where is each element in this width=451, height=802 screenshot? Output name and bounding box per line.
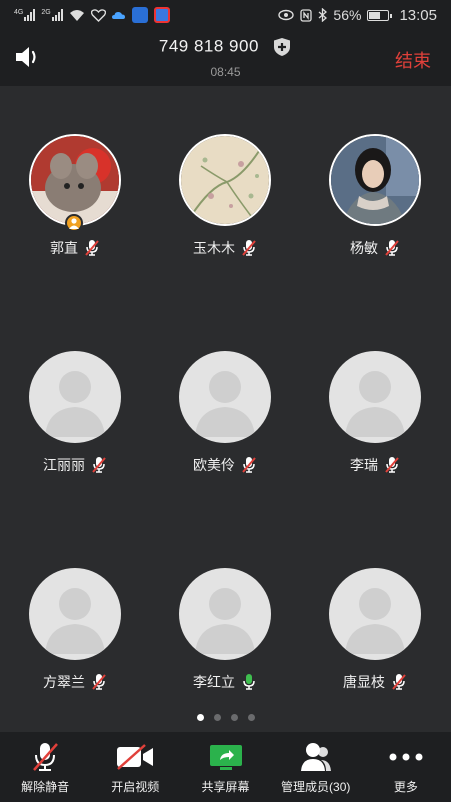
default-avatar-icon — [29, 351, 121, 443]
default-avatar-icon — [179, 351, 271, 443]
video-off-icon — [117, 744, 154, 770]
more-button[interactable]: 更多 — [361, 732, 451, 802]
manage-members-button[interactable]: 管理成员(30) — [271, 732, 361, 802]
avatar-photo-floral — [179, 134, 271, 226]
meeting-toolbar: 解除静音 开启视频 共享屏幕 管理成员(30) 更多 — [0, 732, 451, 802]
avatar — [329, 351, 421, 443]
avatar — [329, 134, 421, 226]
meeting-id-row: 749 818 900 — [0, 36, 451, 57]
default-avatar-icon — [179, 568, 271, 660]
health-icon — [90, 8, 106, 22]
participant-name: 李瑞 — [350, 457, 378, 473]
page-dot-3[interactable] — [230, 714, 238, 721]
mic-muted-icon — [392, 674, 406, 690]
avatar-photo-chinchilla — [29, 134, 121, 226]
avatar — [29, 351, 121, 443]
participant-name: 李红立 — [193, 674, 235, 690]
page-dot-2[interactable] — [213, 714, 221, 721]
avatar — [29, 134, 121, 232]
avatar — [179, 568, 271, 660]
avatar — [179, 351, 271, 443]
host-badge-icon — [65, 214, 83, 232]
weather-icon — [111, 12, 125, 19]
mic-muted-icon — [85, 240, 99, 256]
battery-percent: 56% — [333, 7, 362, 23]
start-video-button[interactable]: 开启视频 — [90, 732, 180, 802]
mic-muted-icon — [385, 457, 399, 473]
participant-tile[interactable]: 江丽丽 — [15, 351, 135, 475]
page-dot-4[interactable] — [247, 714, 255, 721]
participant-tile[interactable]: 李红立 — [165, 568, 285, 692]
mic-muted-icon — [385, 240, 399, 256]
default-avatar-icon — [329, 568, 421, 660]
share-screen-button[interactable]: 共享屏幕 — [180, 732, 270, 802]
participant-name: 杨敏 — [350, 240, 378, 256]
battery-icon — [367, 9, 393, 21]
unmute-button[interactable]: 解除静音 — [0, 732, 90, 802]
end-meeting-button[interactable]: 结束 — [395, 47, 431, 73]
participant-name: 玉木木 — [193, 240, 235, 256]
meeting-duration: 08:45 — [210, 65, 241, 79]
avatar — [329, 568, 421, 660]
participant-name: 欧美伶 — [193, 457, 235, 473]
participant-name: 方翠兰 — [43, 674, 85, 690]
default-avatar-icon — [29, 568, 121, 660]
mic-muted-icon — [242, 457, 256, 473]
status-bar: 4G 2G 56% 13:05 — [0, 0, 451, 30]
participant-name: 江丽丽 — [43, 457, 85, 473]
meeting-id: 749 818 900 — [158, 36, 259, 56]
page-indicator[interactable] — [0, 714, 451, 721]
participant-grid: 郭直 玉木木 杨敏 江丽丽 欧美伶 李瑞 方翠兰 李红立 唐显枝 — [0, 86, 451, 706]
participant-name: 郭直 — [50, 240, 78, 256]
wifi-icon — [69, 9, 84, 21]
mic-muted-icon — [33, 743, 59, 771]
participant-tile[interactable]: 玉木木 — [165, 134, 285, 258]
mic-muted-icon — [92, 674, 106, 690]
participant-tile[interactable]: 郭直 — [15, 134, 135, 258]
cell-signal-2-icon: 2G — [41, 9, 63, 21]
bluetooth-icon — [318, 8, 328, 22]
participant-tile[interactable]: 欧美伶 — [165, 351, 285, 475]
cell-signal-1-icon: 4G — [14, 9, 36, 21]
participant-tile[interactable]: 方翠兰 — [15, 568, 135, 692]
eye-comfort-icon — [278, 9, 295, 21]
clock: 13:05 — [399, 6, 437, 24]
mic-active-icon — [243, 674, 255, 690]
meeting-header: 749 818 900 08:45 结束 — [0, 30, 451, 86]
share-screen-icon — [209, 745, 242, 770]
default-avatar-icon — [329, 351, 421, 443]
shield-plus-icon[interactable] — [272, 37, 292, 57]
nfc-icon — [300, 8, 313, 22]
mic-muted-icon — [242, 240, 256, 256]
participant-tile[interactable]: 杨敏 — [315, 134, 435, 258]
avatar — [29, 568, 121, 660]
page-dot-1[interactable] — [196, 714, 204, 721]
avatar-photo-woman — [329, 134, 421, 226]
participant-tile[interactable]: 唐显枝 — [315, 568, 435, 692]
participant-tile[interactable]: 李瑞 — [315, 351, 435, 475]
app-notification-icon — [131, 7, 148, 23]
participant-name: 唐显枝 — [343, 674, 385, 690]
members-icon — [300, 743, 331, 771]
more-dots-icon — [389, 753, 423, 761]
mic-muted-icon — [92, 457, 106, 473]
avatar — [179, 134, 271, 226]
app-notification-2-icon — [153, 7, 170, 23]
